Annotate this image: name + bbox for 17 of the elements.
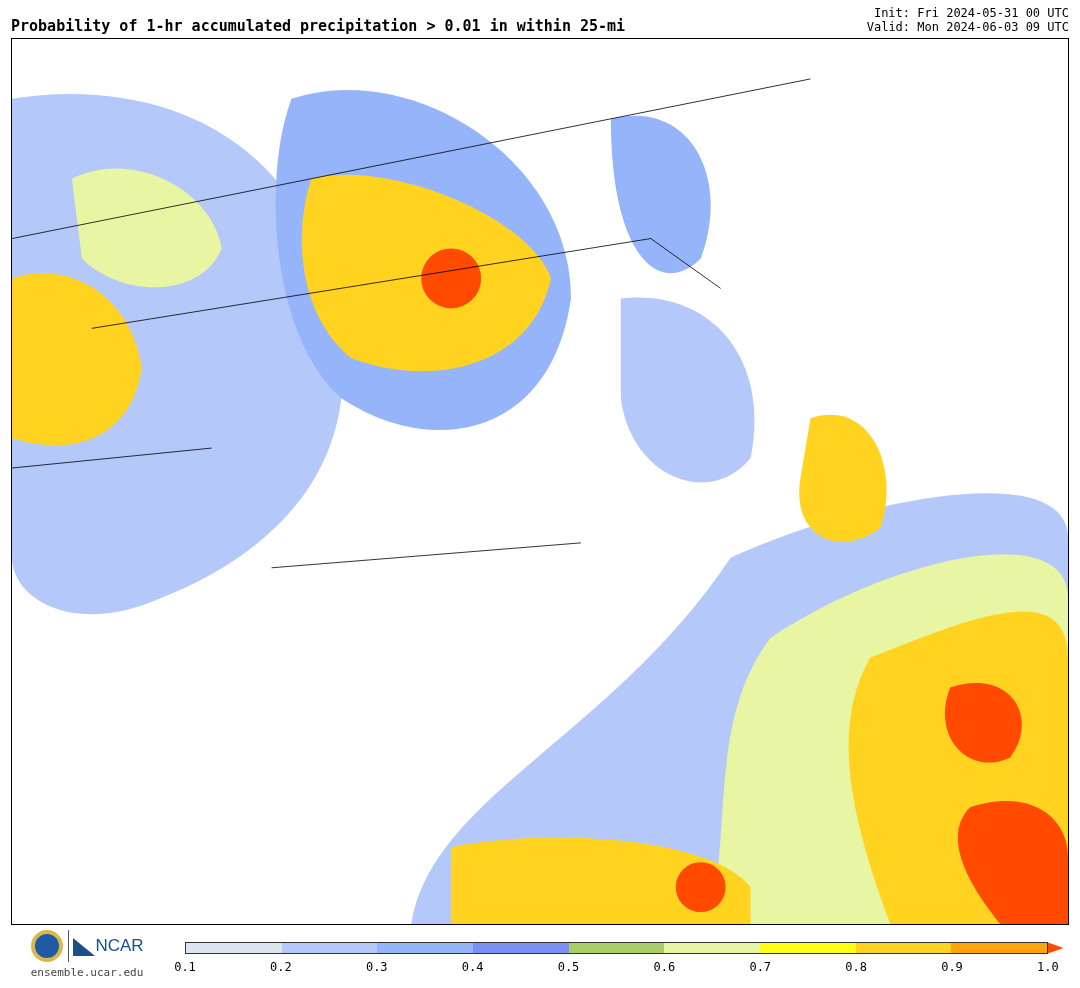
logo-icon [73,936,96,956]
tick-label: 1.0 [1036,961,1060,973]
tick-label: 0.1 [173,961,197,973]
tick-label: 0.5 [556,961,581,973]
site-url: ensemble.ucar.edu [30,965,144,981]
tick-label: 0.9 [940,961,964,973]
tick-label: 0.8 [844,961,868,973]
logo-text: NCAR [95,935,144,958]
tick-label: 0.2 [269,961,293,973]
emblem-icon [30,929,65,963]
valid-time: Valid: Mon 2024-06-03 09 UTC [866,20,1069,34]
tick-label: 0.3 [364,961,389,973]
tick-label: 0.4 [460,961,485,973]
tick-label: 0.7 [748,961,773,973]
init-time: Init: Fri 2024-05-31 00 UTC [873,6,1069,20]
tick-label: 0.6 [652,961,677,973]
chart-title: Probability of 1-hr accumulated precipitation > 0.01 in within 25-mi [11,19,626,34]
